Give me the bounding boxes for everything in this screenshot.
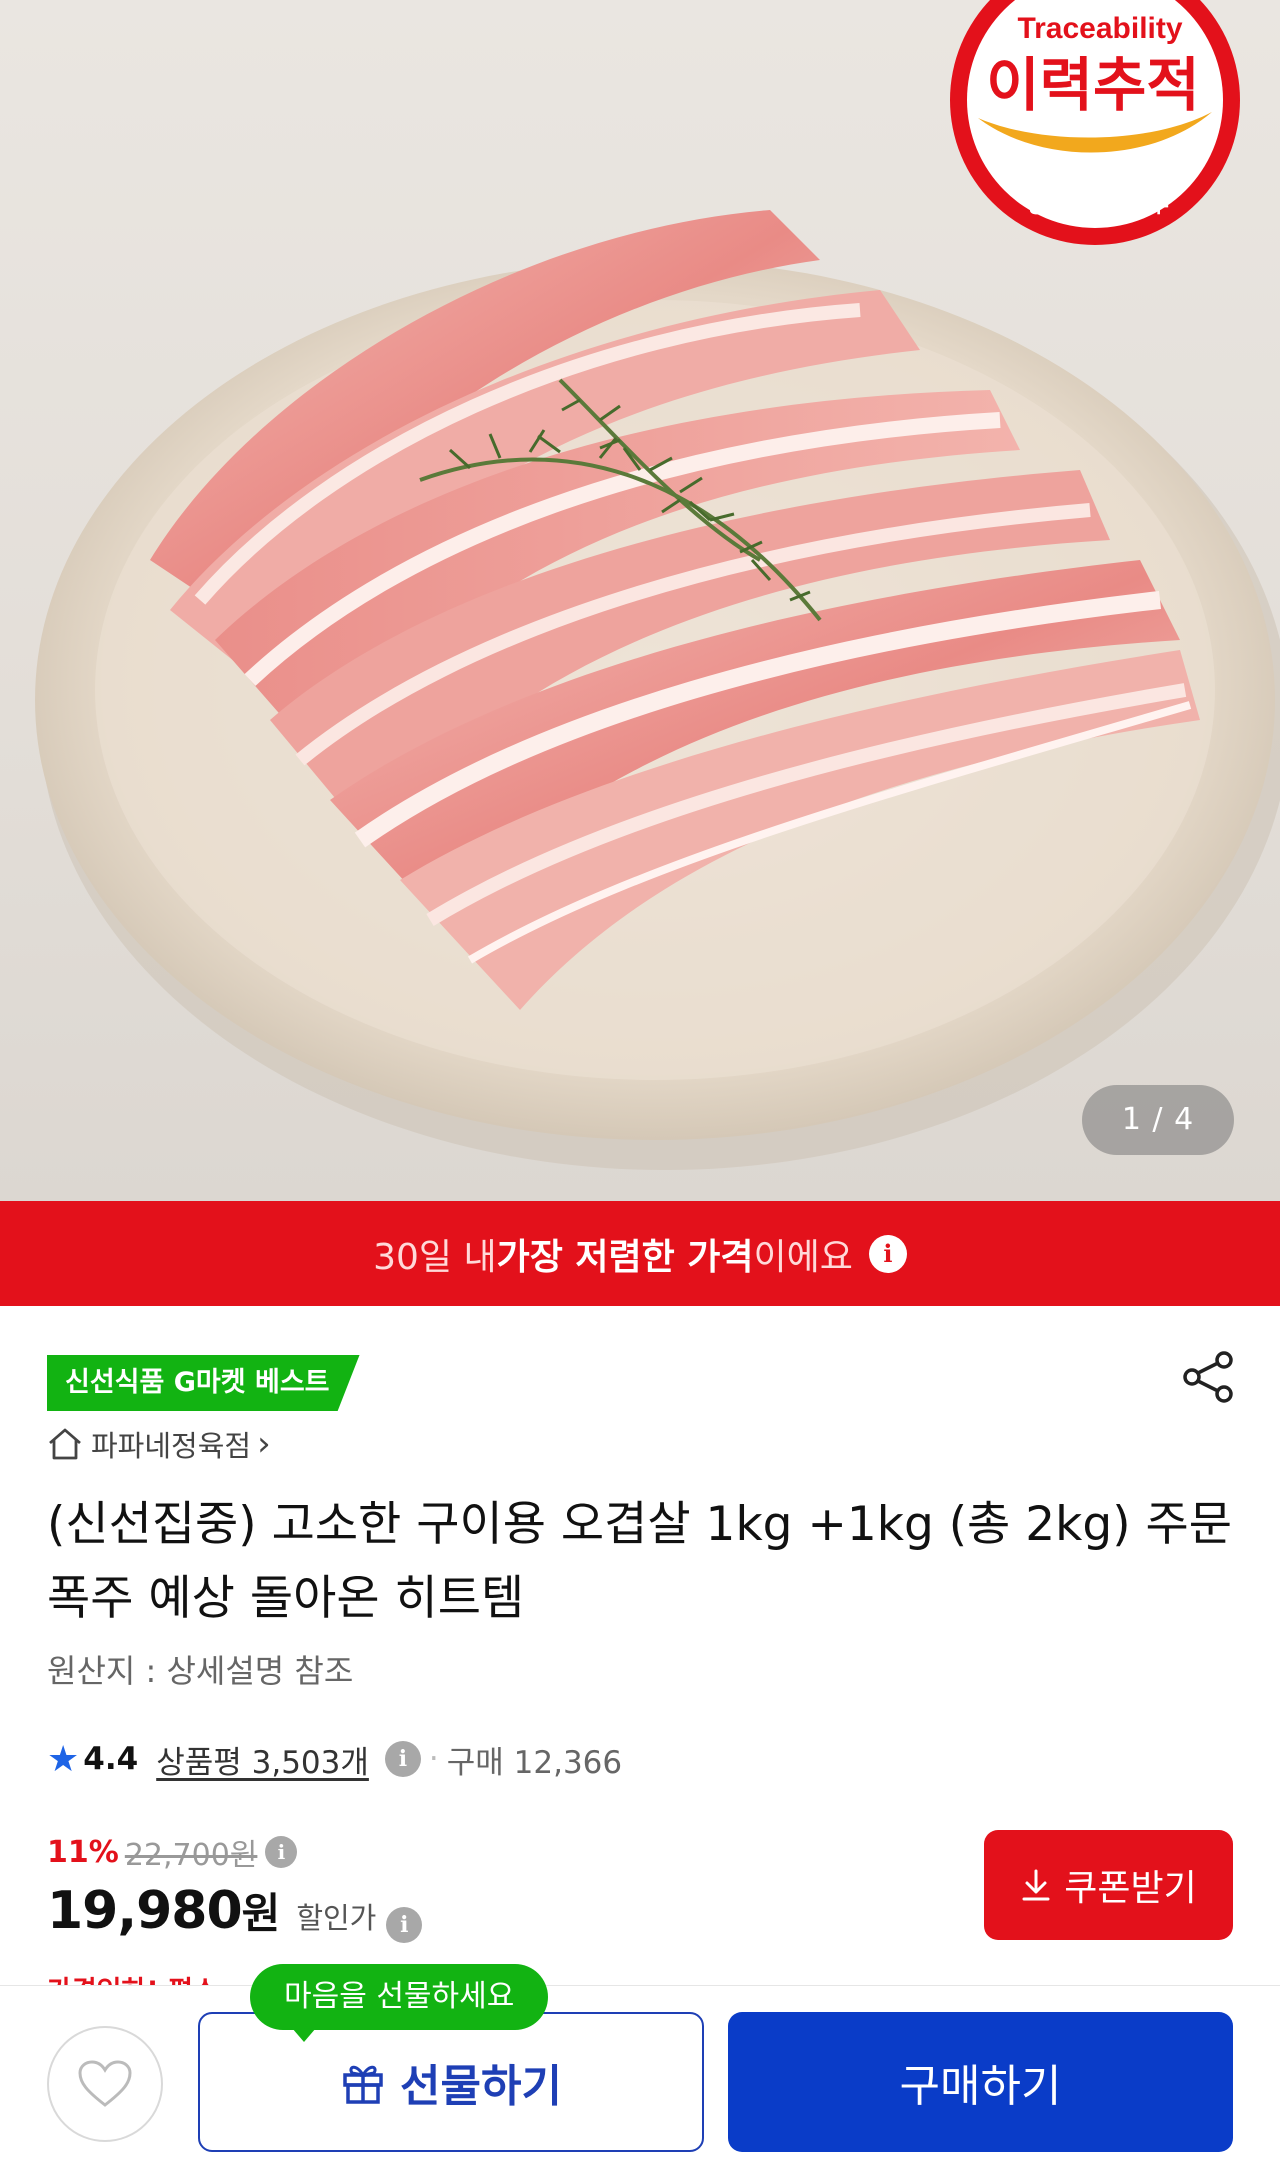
reviews-link[interactable]: 상품평 3,503개 [156,1737,369,1782]
gift-button[interactable]: 선물하기 [198,2012,704,2152]
gift-label: 선물하기 [400,2061,562,2112]
banner-prefix: 30일 내 [373,1236,497,1278]
coupon-label: 쿠폰받기 [1064,1868,1197,1909]
rating-score: 4.4 [83,1741,139,1777]
separator-dot: · [428,1741,439,1777]
product-image[interactable]: Traceability 이력추적 농림축산식품부 1 / 4 [0,0,1280,1201]
seller-name: 파파네정육점 [91,1429,252,1463]
banner-suffix: 이에요 [753,1236,853,1278]
lowest-price-banner[interactable]: 30일 내 가장 저렴한 가격 이에요 i [0,1201,1280,1306]
gift-icon [343,2065,383,2104]
info-icon[interactable]: i [384,1741,421,1777]
image-page-indicator: 1 / 4 [1082,1085,1234,1155]
info-icon[interactable]: i [386,1907,423,1943]
svg-text:이력추적: 이력추적 [986,51,1199,119]
buy-label: 구매하기 [899,2061,1062,2112]
gift-tooltip[interactable]: 마음을 선물하세요 [250,1964,549,2042]
traceability-seal: Traceability 이력추적 농림축산식품부 [950,0,1240,245]
star-icon: ★ [47,1738,80,1780]
product-photo: Traceability 이력추적 농림축산식품부 [35,0,1280,1170]
banner-highlight: 가장 저렴한 가격 [496,1236,754,1278]
wishlist-button[interactable] [47,2026,163,2142]
sale-price: 19,980 [47,1881,243,1941]
coupon-button[interactable]: 쿠폰받기 [984,1830,1233,1940]
product-title: (신선집중) 고소한 구이용 오겹살 1kg +1kg (총 2kg) 주문폭주… [47,1497,1232,1626]
rating-row: ★ 4.4 상품평 3,503개 i · 구매 12,366 [47,1736,622,1782]
home-icon [49,1428,81,1460]
seller-link[interactable]: 파파네정육점 › [47,1424,271,1464]
origin-info: 원산지 : 상세설명 참조 [47,1652,354,1690]
sale-label: 할인가 [296,1901,377,1935]
share-button[interactable] [1180,1348,1238,1406]
best-badge[interactable]: 신선식품 G마켓 베스트 [47,1355,360,1411]
sales-count: 구매 12,366 [446,1744,623,1781]
info-icon[interactable]: i [265,1836,298,1868]
price-original-row: 11% 22,700원 i [47,1830,298,1874]
discount-rate: 11% [47,1834,119,1870]
download-icon [1022,1869,1050,1901]
bottom-action-bar: 선물하기 구매하기 [0,1985,1280,2177]
original-price: 22,700원 [124,1838,258,1873]
sale-price-row: 19,980 원 할인가 i [47,1880,423,1946]
heart-icon [78,2060,132,2107]
sale-currency: 원 [241,1889,281,1938]
buy-button[interactable]: 구매하기 [728,2012,1233,2152]
chevron-right-icon: › [257,1424,271,1464]
share-icon [1183,1351,1233,1403]
svg-text:농림축산식품부: 농림축산식품부 [1027,193,1169,218]
svg-text:Traceability: Traceability [1017,12,1182,45]
info-icon[interactable]: i [868,1234,907,1273]
